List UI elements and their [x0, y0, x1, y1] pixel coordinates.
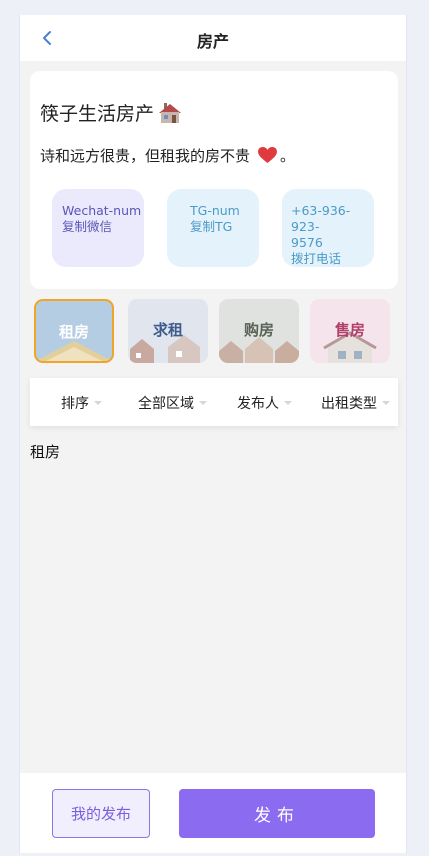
list-title: 租房 [30, 443, 61, 461]
brand-title: 筷子生活房产 [40, 99, 182, 126]
phone-number-part1: +63-936-923- [291, 203, 351, 234]
phone-screen: 房产 筷子生活房产 诗和远方很贵，但租我的房不贵 。 Wechat-num 复制… [19, 15, 407, 853]
brand-text: 筷子生活房产 [40, 103, 155, 125]
filter-bar: 排序 全部区域 发布人 出租类型 [30, 378, 398, 426]
caret-down-icon [199, 401, 207, 405]
call-phone-button[interactable]: +63-936-923- 9576 拨打电话 [282, 189, 374, 267]
category-rent[interactable]: 租房 [34, 299, 114, 363]
caret-down-icon [382, 401, 390, 405]
tg-number: TG-num [190, 203, 240, 218]
call-phone-label: 拨打电话 [291, 251, 342, 266]
filter-rent-type[interactable]: 出租类型 [321, 393, 390, 413]
filter-area[interactable]: 全部区域 [138, 393, 207, 413]
category-rent-label: 租房 [58, 323, 89, 341]
filter-publisher[interactable]: 发布人 [237, 393, 292, 413]
my-posts-button[interactable]: 我的发布 [52, 789, 150, 838]
filter-area-label: 全部区域 [138, 396, 194, 412]
filter-sort[interactable]: 排序 [61, 393, 102, 413]
copy-tg-label: 复制TG [190, 219, 233, 234]
phone-number-part2: 9576 [291, 235, 323, 250]
heart-icon [258, 147, 277, 164]
house-icon [158, 102, 182, 124]
slogan: 诗和远方很贵，但租我的房不贵 。 [40, 145, 295, 166]
copy-wechat-label: 复制微信 [62, 219, 113, 234]
caret-down-icon [284, 401, 292, 405]
footer-bar: 我的发布 发布 [20, 773, 406, 853]
caret-down-icon [94, 401, 102, 405]
intro-card: 筷子生活房产 诗和远方很贵，但租我的房不贵 。 Wechat-num 复制微信 … [30, 71, 398, 289]
category-tabs: 租房 求租 购房 售房 [34, 299, 394, 365]
wechat-number: Wechat-num [62, 203, 142, 218]
page-title: 房产 [196, 32, 229, 51]
filter-publisher-label: 发布人 [237, 396, 279, 412]
category-seek-rent[interactable]: 求租 [128, 299, 208, 363]
copy-tg-button[interactable]: TG-num 复制TG [167, 189, 259, 267]
category-sell-label: 售房 [334, 321, 365, 339]
slogan-text: 诗和远方很贵，但租我的房不贵 [40, 147, 251, 165]
slogan-end: 。 [280, 147, 296, 165]
filter-rent-type-label: 出租类型 [321, 396, 377, 412]
category-buy-label: 购房 [243, 321, 274, 339]
post-button[interactable]: 发布 [179, 789, 375, 838]
navbar: 房产 [20, 15, 406, 61]
category-sell[interactable]: 售房 [310, 299, 390, 363]
filter-sort-label: 排序 [61, 396, 89, 412]
category-buy[interactable]: 购房 [219, 299, 299, 363]
copy-wechat-button[interactable]: Wechat-num 复制微信 [52, 189, 144, 267]
category-seek-rent-label: 求租 [152, 321, 183, 339]
